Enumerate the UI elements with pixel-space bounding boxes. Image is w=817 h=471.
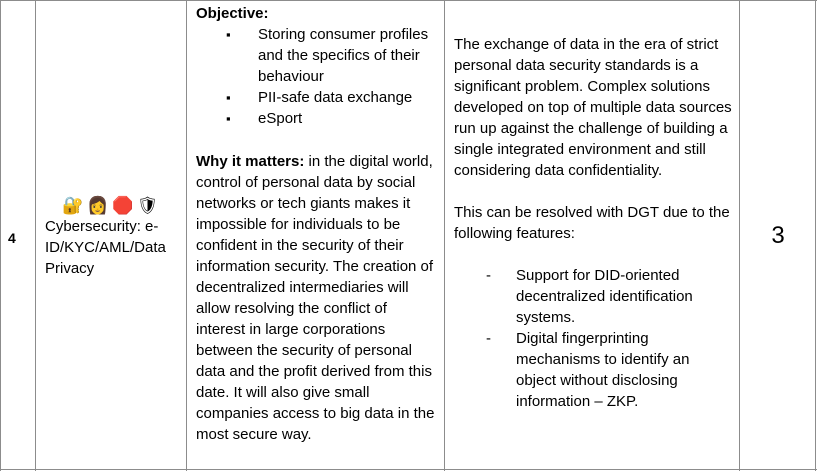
features-list: Support for DID-oriented decentralized i…	[454, 265, 732, 412]
why-it-matters: Why it matters: in the digital world, co…	[196, 151, 440, 445]
description-cell: The exchange of data in the era of stric…	[454, 34, 732, 412]
column-border	[444, 0, 445, 471]
category-icons: 🔐 👩 🛑 🛡	[62, 196, 159, 215]
table-top-border	[0, 0, 817, 1]
objective-list: Storing consumer profiles and the specif…	[196, 24, 440, 129]
column-border	[815, 0, 816, 471]
list-item: eSport	[196, 108, 440, 129]
objective-label: Objective:	[196, 5, 269, 22]
list-item: PII-safe data exchange	[196, 87, 440, 108]
list-item: Digital fingerprinting mechanisms to ide…	[454, 328, 732, 412]
lock-icon: 🔐	[62, 196, 84, 215]
category-name: Cybersecurity: e-ID/KYC/AML/Data Privacy	[45, 218, 166, 277]
stop-sign-icon: 🛑	[112, 196, 134, 215]
column-border	[186, 0, 187, 471]
list-item: Storing consumer profiles and the specif…	[196, 24, 440, 87]
column-border	[739, 0, 740, 471]
score: 3	[771, 222, 785, 249]
row-number: 4	[8, 230, 16, 246]
why-label: Why it matters:	[196, 153, 305, 170]
column-border	[0, 0, 1, 471]
why-text: in the digital world, control of persona…	[196, 153, 435, 443]
list-item: Support for DID-oriented decentralized i…	[454, 265, 732, 328]
description-paragraph: This can be resolved with DGT due to the…	[454, 204, 730, 242]
description-paragraph: The exchange of data in the era of stric…	[454, 36, 732, 179]
table-bottom-border	[0, 469, 817, 470]
person-icon: 👩	[87, 196, 109, 215]
objective-cell: Objective: Storing consumer profiles and…	[196, 3, 440, 445]
column-border	[35, 0, 36, 471]
shield-icon: 🛡	[137, 196, 159, 215]
table: 4 🔐 👩 🛑 🛡 Cybersecurity: e-ID/KYC/AML/Da…	[0, 0, 817, 471]
